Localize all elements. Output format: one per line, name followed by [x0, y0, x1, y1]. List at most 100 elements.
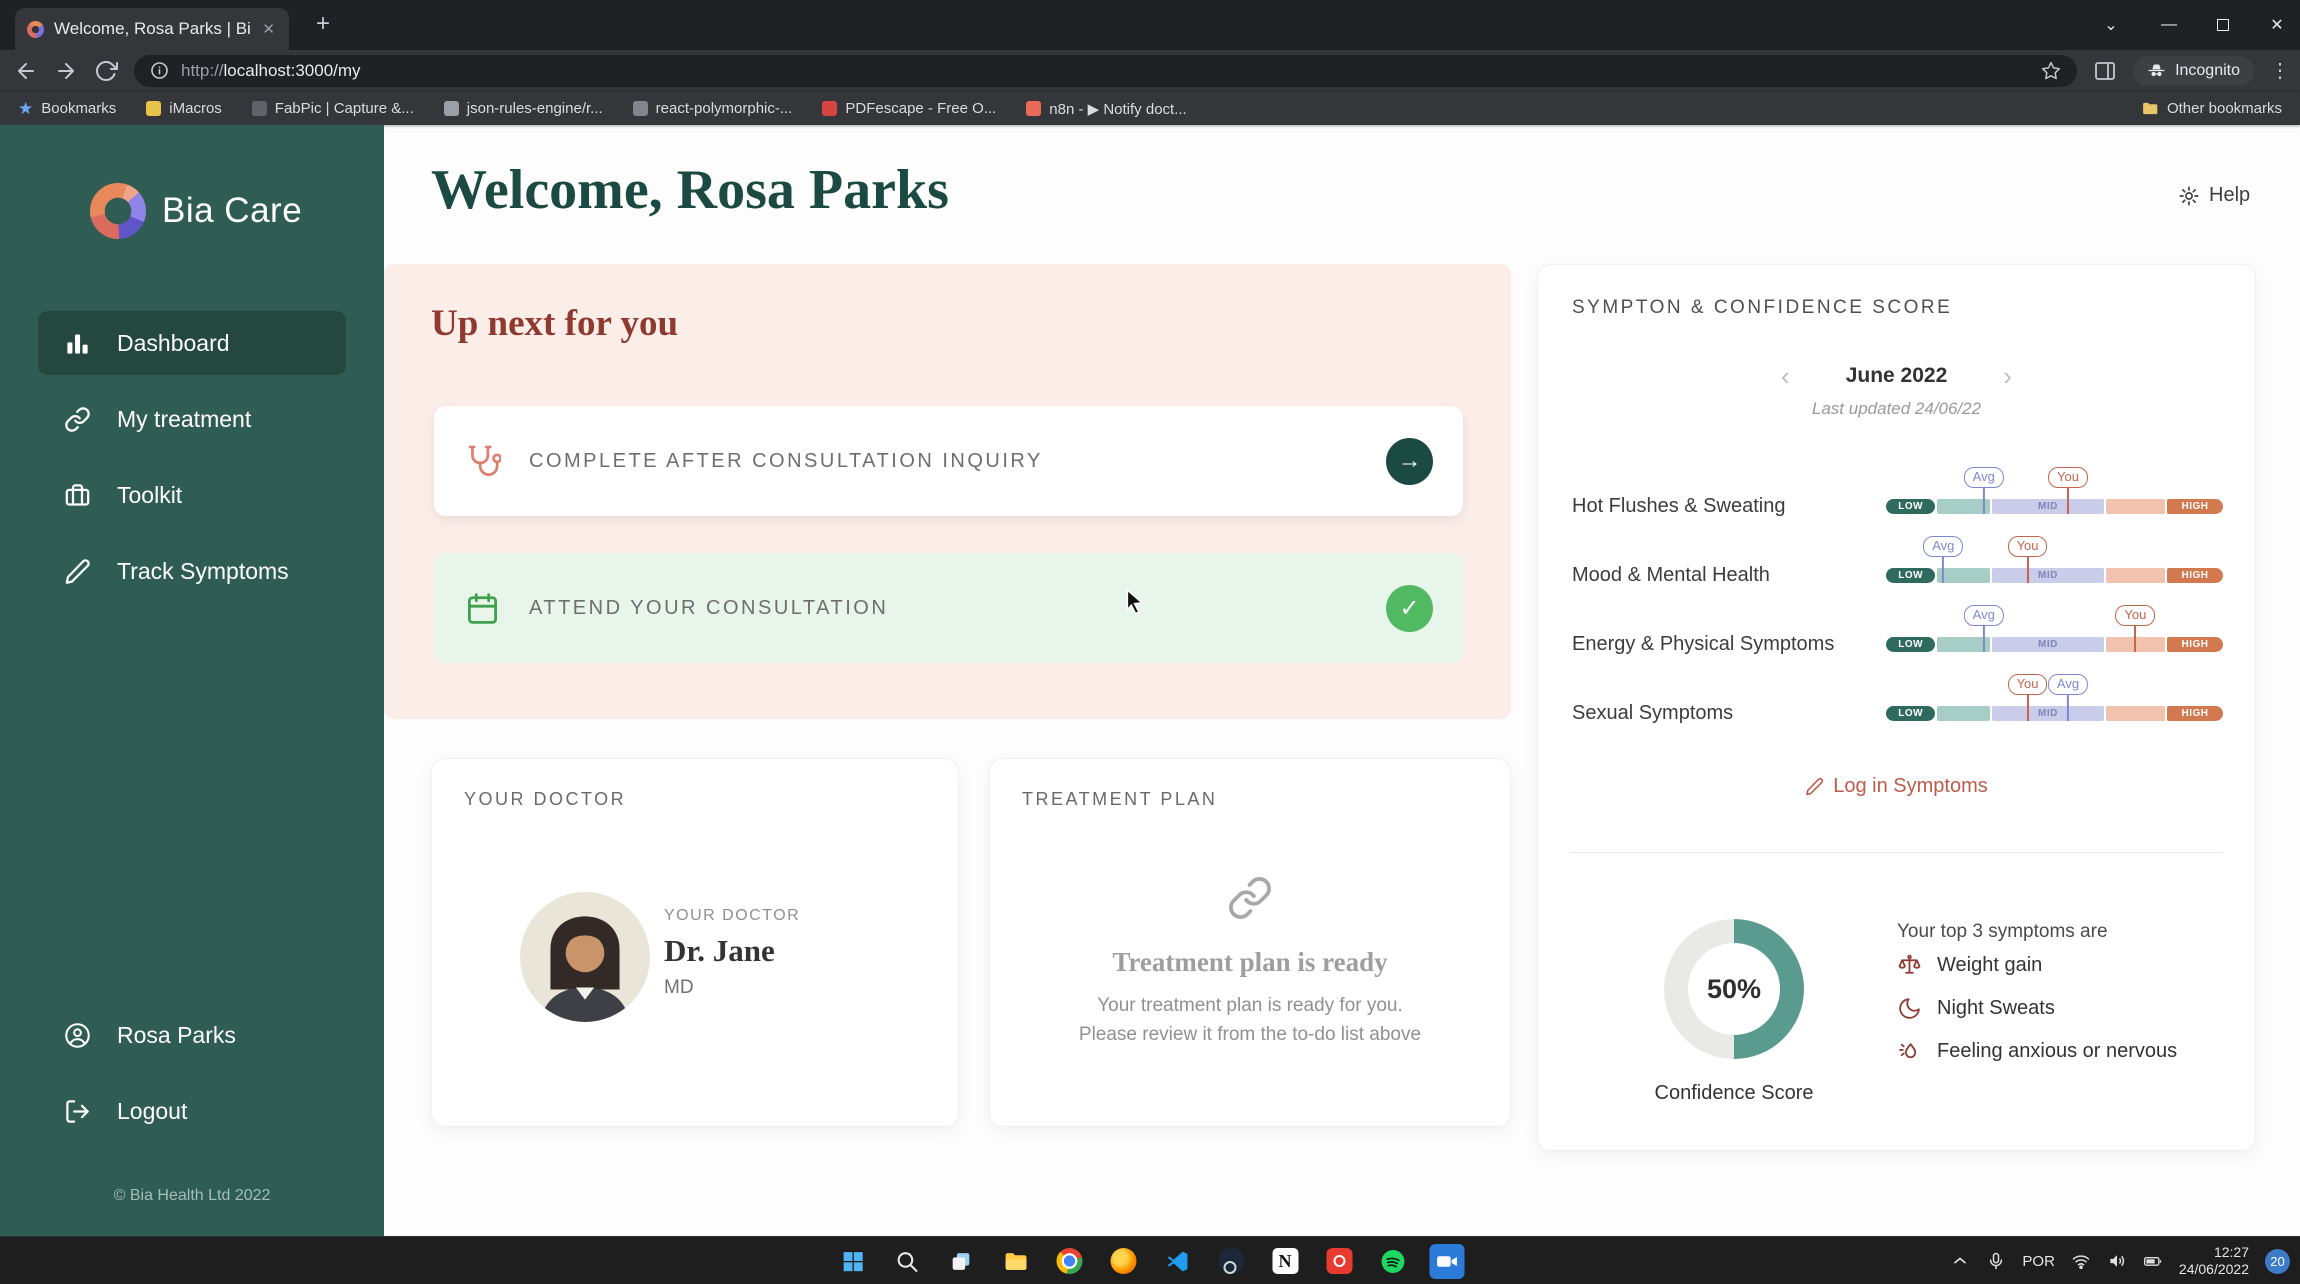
doctor-avatar: [520, 892, 650, 1022]
notion-button[interactable]: N: [1268, 1244, 1303, 1279]
incognito-icon: [2148, 64, 2165, 77]
log-symptoms-link[interactable]: Log in Symptoms: [1538, 775, 2255, 798]
tab-search-icon[interactable]: ⌄: [2088, 0, 2134, 50]
anxious-icon: [1899, 1043, 1917, 1059]
reload-icon[interactable]: [94, 59, 118, 83]
address-bar[interactable]: http://localhost:3000/my: [134, 54, 2078, 87]
url-text: http://localhost:3000/my: [181, 61, 361, 81]
screen: Welcome, Rosa Parks | Bia Care ✕ + ⌄ — ✕…: [0, 0, 2300, 1284]
bookmark-item[interactable]: json-rules-engine/r...: [443, 100, 603, 117]
bookmark-item[interactable]: react-polymorphic-...: [632, 100, 792, 117]
scale-mid: MID: [1991, 637, 2104, 652]
bookmark-favicon: [443, 101, 459, 116]
bookmark-favicon: [1026, 101, 1042, 116]
sidebar-item-track-symptoms[interactable]: Track Symptoms: [38, 539, 346, 603]
other-bookmarks[interactable]: Other bookmarks: [2141, 100, 2282, 117]
file-explorer-button[interactable]: [998, 1244, 1033, 1279]
bookmark-star-icon[interactable]: [2041, 61, 2061, 81]
volume-icon[interactable]: [2107, 1251, 2127, 1271]
sidebar-item-profile[interactable]: Rosa Parks: [38, 1003, 346, 1067]
media-app-button[interactable]: [1322, 1244, 1357, 1279]
help-button[interactable]: Help: [2178, 184, 2250, 207]
avg-marker: Avg: [1923, 536, 1964, 583]
window-minimize-button[interactable]: —: [2146, 0, 2192, 50]
stethoscope-icon: [468, 445, 501, 476]
taskbar-clock[interactable]: 12:27 24/06/2022: [2179, 1244, 2249, 1278]
task-view-button[interactable]: [944, 1244, 979, 1279]
sidebar-item-my-treatment[interactable]: My treatment: [38, 387, 346, 451]
scale-segment: [2105, 499, 2166, 514]
next-month-icon[interactable]: ›: [2003, 363, 2012, 389]
moon-icon: [1899, 998, 1920, 1019]
sidebar-item-dashboard[interactable]: Dashboard: [38, 311, 346, 375]
new-tab-button[interactable]: +: [308, 10, 338, 40]
task-done-icon: ✓: [1386, 584, 1433, 632]
steam-button[interactable]: [1214, 1244, 1249, 1279]
taskbar-search-button[interactable]: [890, 1244, 925, 1279]
browser-tab[interactable]: Welcome, Rosa Parks | Bia Care ✕: [15, 8, 289, 50]
scale-low: LOW: [1886, 499, 1936, 514]
side-panel-icon[interactable]: [2093, 59, 2117, 83]
bookmark-item[interactable]: FabPic | Capture &...: [251, 100, 414, 117]
confidence-donut: 50%: [1664, 919, 1804, 1059]
spotify-icon: [1381, 1249, 1405, 1273]
user-icon: [65, 1022, 90, 1048]
wifi-icon[interactable]: [2071, 1251, 2091, 1271]
sidebar-item-logout[interactable]: Logout: [38, 1079, 346, 1143]
battery-icon[interactable]: [2143, 1251, 2163, 1271]
microphone-icon[interactable]: [1986, 1251, 2006, 1271]
dashboard-icon: [67, 334, 88, 354]
window-close-button[interactable]: ✕: [2254, 0, 2300, 50]
mouse-cursor: [1126, 588, 1144, 614]
pencil-icon: [1806, 777, 1824, 796]
start-button[interactable]: [836, 1244, 871, 1279]
browser-menu-icon[interactable]: ⋮: [2270, 58, 2290, 83]
treatment-card: TREATMENT PLAN Treatment plan is ready Y…: [989, 758, 1511, 1127]
vscode-button[interactable]: [1160, 1244, 1195, 1279]
biacare-favicon: [27, 20, 44, 38]
gear-icon: [2179, 185, 2199, 206]
hidden-icons-chevron[interactable]: [1950, 1251, 1970, 1271]
bookmark-item[interactable]: iMacros: [146, 100, 222, 117]
symptom-row: Energy & Physical Symptoms Avg You LOW M…: [1572, 605, 2223, 679]
scale-low: LOW: [1886, 637, 1936, 652]
doctor-credentials: MD: [664, 977, 694, 998]
back-icon[interactable]: [14, 59, 38, 83]
top-symptom-item: Night Sweats: [1897, 988, 2237, 1029]
scale-segment: [1937, 706, 1990, 721]
doctor-card-title: YOUR DOCTOR: [464, 789, 627, 809]
tab-close-icon[interactable]: ✕: [260, 20, 277, 38]
confidence-label: Confidence Score: [1654, 1082, 1814, 1104]
biacare-logo: Bia Care: [90, 183, 302, 239]
bookmark-item[interactable]: ★ Bookmarks: [18, 100, 116, 117]
month-label: June 2022: [1845, 364, 1948, 387]
go-to-task-button[interactable]: →: [1386, 437, 1433, 485]
window-maximize-button[interactable]: [2200, 0, 2246, 50]
copyright: © Bia Health Ltd 2022: [113, 1187, 271, 1204]
sidebar-item-toolkit[interactable]: Toolkit: [38, 463, 346, 527]
chrome-button[interactable]: [1052, 1244, 1087, 1279]
spotify-button[interactable]: [1376, 1244, 1411, 1279]
notification-badge[interactable]: 20: [2265, 1248, 2290, 1274]
bookmark-item[interactable]: PDFescape - Free O...: [822, 100, 996, 117]
forward-icon[interactable]: [54, 59, 78, 83]
camera-app-button[interactable]: [1429, 1243, 1465, 1279]
camera-icon: [1437, 1255, 1457, 1267]
biacare-logo-icon: [90, 183, 146, 239]
previous-month-icon[interactable]: ‹: [1781, 363, 1790, 389]
windows-icon: [843, 1251, 863, 1271]
divider: [1572, 852, 2223, 853]
bookmark-item[interactable]: n8n - ▶ Notify doct...: [1026, 100, 1187, 118]
site-info-icon[interactable]: [150, 61, 169, 80]
firefox-button[interactable]: [1106, 1244, 1141, 1279]
keyboard-language[interactable]: POR: [2022, 1253, 2055, 1270]
folder-icon: [1005, 1252, 1027, 1270]
treatment-card-title: TREATMENT PLAN: [1022, 789, 1218, 809]
firefox-icon: [1110, 1248, 1136, 1274]
task-complete-inquiry[interactable]: COMPLETE AFTER CONSULTATION INQUIRY →: [434, 406, 1463, 516]
scale-segment: [2105, 568, 2166, 583]
task-attend-consultation[interactable]: ATTEND YOUR CONSULTATION ✓: [434, 553, 1463, 663]
you-marker: You: [2007, 536, 2048, 583]
scale-high: HIGH: [2167, 706, 2223, 721]
toolkit-icon: [65, 483, 90, 506]
